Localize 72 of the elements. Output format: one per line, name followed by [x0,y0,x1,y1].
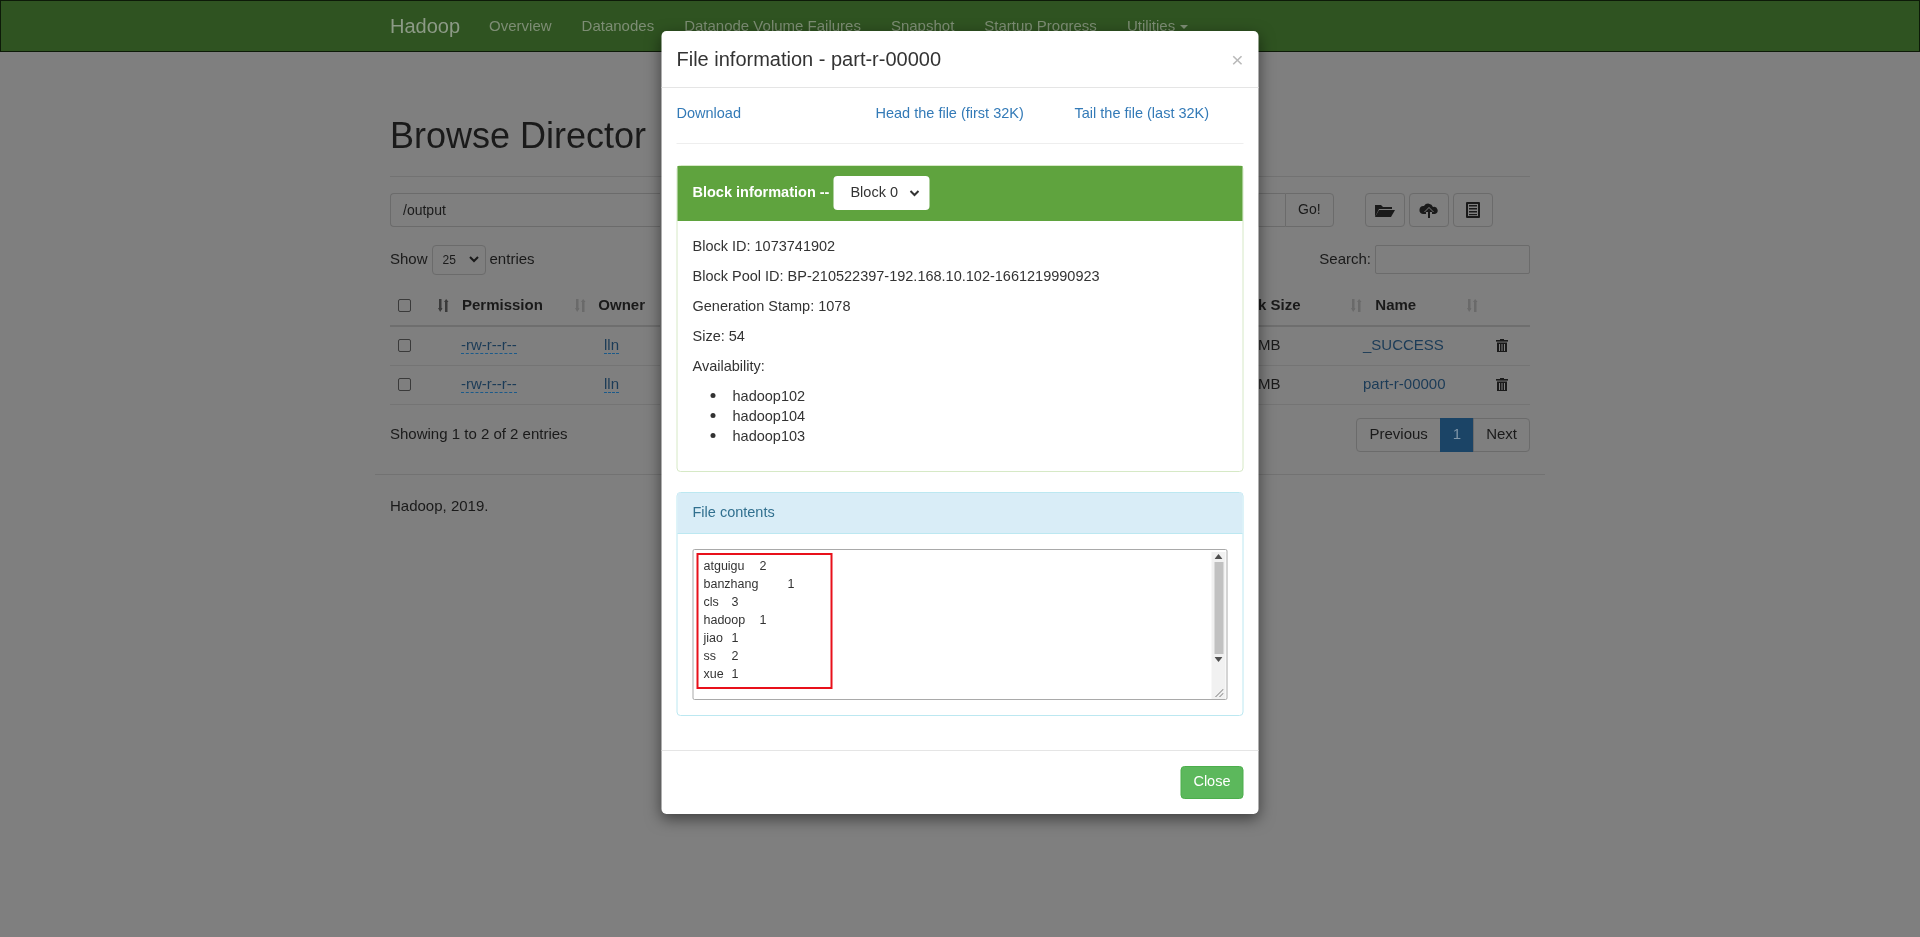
file-link[interactable]: Download [676,105,741,121]
folder-button[interactable] [1364,192,1405,227]
content-line: hadoop 1 [703,611,768,629]
scrollbar[interactable] [1211,551,1226,699]
file-link[interactable]: Tail the file (last 32K) [1074,105,1210,121]
scroll-up-icon [1214,553,1223,559]
close-button[interactable]: Close [1180,765,1244,799]
folder-icon [1374,202,1395,217]
row-checkbox[interactable] [398,339,411,353]
host-name: hadoop102 [732,386,806,406]
block-detail: Availability: [692,356,766,376]
bullet-icon [710,413,716,419]
file-name-link[interactable]: part-r-00000 [1363,373,1496,396]
content-line: cls 3 [703,593,740,611]
bullet-icon [710,433,716,439]
trash-icon[interactable] [1496,378,1508,392]
panel-heading: File contents [677,492,1243,534]
dialog-title: File information - part-r-00000 [676,47,942,71]
block-select[interactable]: Block 0 [833,176,930,211]
nav-link[interactable]: Datanodes [581,14,655,38]
block-detail: Block ID: 1073741902 [692,236,837,256]
close-button[interactable]: × [1231,48,1244,70]
table-cell-text: MB [1258,335,1282,356]
column-header[interactable]: k Size [1258,294,1301,317]
file-contents-area[interactable]: atguigu 2 banzhang 1 cls 3 hadoop 1 jiao 1 ss 2 xue 1 [692,548,1228,700]
cloud-upload-button[interactable] [1408,192,1449,227]
chevron-down-icon [909,189,920,197]
brand-link[interactable]: Hadoop [390,11,461,41]
chevron-down-icon [468,256,479,264]
entries-info: Showing 1 to 2 of 2 entries [390,424,568,445]
search-label: Search: [1319,249,1371,270]
content-line: xue 1 [703,665,740,683]
owner-link[interactable]: lln [604,336,619,355]
column-header[interactable]: Permission [462,294,543,317]
list-button[interactable] [1452,192,1493,227]
page-link[interactable]: Previous [1356,417,1441,452]
page-size-select[interactable]: 25 [431,244,486,275]
content-line: ss 2 [703,647,740,665]
owner-link[interactable]: lln [604,375,619,394]
panel-heading: Block information -- [692,183,830,203]
block-detail: Size: 54 [692,326,746,346]
column-header[interactable]: Name [1375,294,1417,317]
page-link[interactable]: Next [1473,417,1530,452]
host-name: hadoop103 [732,426,806,446]
content-line: jiao 1 [703,629,740,647]
file-name-link[interactable]: _SUCCESS [1363,334,1496,357]
show-label: Show [390,249,428,270]
page-title: Browse Director [390,116,647,156]
select-all-checkbox[interactable] [398,299,411,313]
bullet-icon [710,393,716,399]
resize-grip-icon [1214,687,1223,697]
block-detail: Generation Stamp: 1078 [692,296,852,316]
entries-label: entries [489,249,535,270]
list-icon [1465,201,1480,218]
block-detail: Block Pool ID: BP-210522397-192.168.10.102-1661219990923 [692,266,1101,286]
permission-link[interactable]: -rw-r--r-- [461,375,517,394]
file-link[interactable]: Head the file (first 32K) [875,105,1024,121]
content-line: banzhang 1 [703,575,796,593]
row-checkbox[interactable] [398,378,411,392]
nav-link[interactable]: Overview [489,14,552,38]
trash-icon[interactable] [1496,339,1508,353]
host-name: hadoop104 [732,406,806,426]
sort-icon [438,299,450,313]
cloud-upload-icon [1418,201,1439,218]
column-header[interactable]: Owner [598,294,645,317]
table-cell-text: MB [1258,374,1282,395]
permission-link[interactable]: -rw-r--r-- [461,336,517,355]
footer-text: Hadoop, 2019. [390,496,489,514]
path-field[interactable]: /output [390,192,660,227]
scroll-down-icon [1214,656,1223,662]
content-line: atguigu 2 [703,557,768,575]
go-button[interactable]: Go! [1285,192,1334,227]
